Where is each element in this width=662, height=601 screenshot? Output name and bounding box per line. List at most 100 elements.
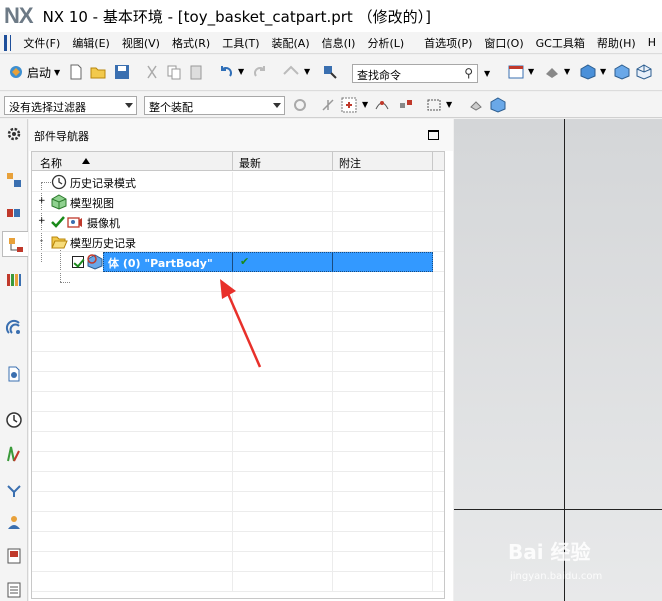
open-folder-icon[interactable] — [90, 64, 106, 80]
system-scene-icon[interactable] — [5, 547, 23, 565]
save-icon[interactable] — [114, 64, 130, 80]
assembly-navigator-icon[interactable] — [5, 171, 23, 189]
menu-assembly[interactable]: 装配(A) — [266, 35, 316, 51]
part-navigator-icon — [9, 238, 23, 252]
tree-row-model-views[interactable]: + 模型视图 — [32, 192, 444, 212]
graphics-window[interactable] — [454, 119, 662, 601]
cell-divider — [332, 472, 333, 492]
manufacturing-wizard-icon[interactable] — [5, 481, 23, 499]
web-browser-icon[interactable] — [5, 365, 23, 383]
selection-scope-select[interactable]: 整个装配 — [144, 96, 285, 115]
redo-icon[interactable] — [252, 64, 268, 80]
start-button[interactable]: 启动 ▼ — [8, 63, 60, 81]
tree-row-cameras[interactable]: + 摄像机 — [32, 212, 444, 232]
undo-icon[interactable] — [218, 64, 234, 80]
cell-divider — [332, 192, 333, 212]
paste-icon[interactable] — [188, 64, 204, 80]
tree-row-label: 摄像机 — [87, 217, 120, 230]
gear-icon[interactable] — [5, 125, 23, 143]
menu-file[interactable]: 文件(F) — [17, 35, 66, 51]
column-latest-header[interactable]: 最新 — [239, 155, 261, 171]
cell-divider — [432, 492, 433, 512]
cell-divider — [332, 432, 333, 452]
expand-toggle[interactable]: + — [38, 197, 46, 206]
cell-divider — [232, 572, 233, 592]
render-dropdown-icon[interactable]: ▼ — [564, 67, 570, 76]
cell-divider — [332, 492, 333, 512]
cell-divider — [432, 412, 433, 432]
process-studio-icon[interactable] — [5, 445, 23, 463]
snap-grid-icon[interactable] — [340, 96, 358, 114]
menu-view[interactable]: 视图(V) — [116, 35, 166, 51]
cell-divider — [232, 172, 233, 192]
cell-divider — [332, 572, 333, 592]
point-on-curve-icon[interactable] — [374, 97, 390, 113]
menu-window[interactable]: 窗口(O) — [478, 35, 529, 51]
menu-preferences[interactable]: 首选项(P) — [418, 35, 478, 51]
column-notes-header[interactable]: 附注 — [339, 155, 361, 171]
part-navigator-tab[interactable] — [2, 231, 28, 257]
tree-row-history-mode[interactable]: 历史记录模式 — [32, 172, 444, 192]
menu-format[interactable]: 格式(R) — [166, 35, 216, 51]
navigator-header: 部件导航器 — [29, 119, 453, 151]
cell-divider — [232, 252, 233, 272]
menu-help[interactable]: 帮助(H) — [591, 35, 642, 51]
cell-divider — [432, 352, 433, 372]
wireframe-cube-icon[interactable] — [636, 64, 652, 80]
search-dropdown-icon[interactable]: ▼ — [484, 69, 490, 78]
cell-divider — [432, 452, 433, 472]
copy-icon[interactable] — [166, 64, 182, 80]
layout-dropdown-icon[interactable]: ▼ — [528, 67, 534, 76]
maximize-icon[interactable] — [428, 130, 439, 140]
collapse-toggle[interactable]: - — [38, 237, 45, 246]
history-clock-icon[interactable] — [5, 411, 23, 429]
tree-row-partbody[interactable]: 体 (0) "PartBody" ✔ — [32, 252, 444, 272]
shaded-cube-icon[interactable] — [614, 64, 630, 80]
menu-analysis[interactable]: 分析(L) — [361, 35, 410, 51]
layout-icon[interactable] — [508, 64, 524, 80]
menu-edit[interactable]: 编辑(E) — [66, 35, 116, 51]
undo-dropdown-icon[interactable]: ▼ — [238, 67, 244, 76]
constraint-navigator-icon[interactable] — [5, 205, 23, 223]
tree-row-model-history[interactable]: - 模型历史记录 — [32, 232, 444, 252]
repeat-dropdown-icon[interactable]: ▼ — [304, 67, 310, 76]
select-body-icon[interactable] — [490, 97, 506, 113]
cell-divider — [332, 172, 333, 192]
new-file-icon[interactable] — [68, 64, 84, 80]
cell-divider — [432, 372, 433, 392]
reuse-library-icon[interactable] — [5, 271, 23, 289]
orient-dropdown-icon[interactable]: ▼ — [600, 67, 606, 76]
snap-point-icon[interactable] — [320, 97, 336, 113]
rectangle-select-dropdown-icon[interactable]: ▼ — [446, 100, 452, 109]
menu-overflow[interactable]: H — [642, 36, 662, 49]
command-finder-input[interactable]: 查找命令 ⚲ — [352, 64, 478, 83]
empty-row — [32, 572, 444, 592]
search-icon[interactable]: ⚲ — [464, 66, 473, 80]
touch-mode-icon[interactable] — [322, 64, 338, 80]
assembly-nav-icon[interactable] — [398, 97, 414, 113]
empty-row — [32, 412, 444, 432]
cut-icon[interactable] — [144, 64, 160, 80]
history-palette-icon[interactable] — [5, 581, 23, 599]
render-style-icon[interactable] — [544, 64, 560, 80]
cell-divider — [332, 272, 333, 292]
menu-grip-icon[interactable] — [4, 34, 12, 51]
snap-dropdown-icon[interactable]: ▼ — [362, 100, 368, 109]
menu-info[interactable]: 信息(I) — [316, 35, 362, 51]
expand-toggle[interactable]: + — [38, 217, 46, 226]
deselect-icon[interactable] — [468, 97, 484, 113]
type-filter-dropdown-icon — [125, 103, 133, 108]
cell-divider — [332, 312, 333, 332]
repeat-command-icon[interactable] — [282, 64, 300, 80]
filter-settings-icon[interactable] — [292, 97, 308, 113]
visibility-checkbox[interactable] — [72, 256, 84, 268]
menu-gc-toolbox[interactable]: GC工具箱 — [530, 35, 591, 51]
column-name-header[interactable]: 名称 — [40, 155, 62, 171]
rectangle-select-icon[interactable] — [426, 97, 442, 113]
orient-view-icon[interactable] — [580, 64, 596, 80]
role-icon[interactable] — [5, 513, 23, 531]
type-filter-select[interactable]: 没有选择过滤器 — [4, 96, 137, 115]
hd3d-tools-icon[interactable] — [5, 319, 23, 337]
menu-tools[interactable]: 工具(T) — [216, 35, 265, 51]
cell-divider — [232, 472, 233, 492]
